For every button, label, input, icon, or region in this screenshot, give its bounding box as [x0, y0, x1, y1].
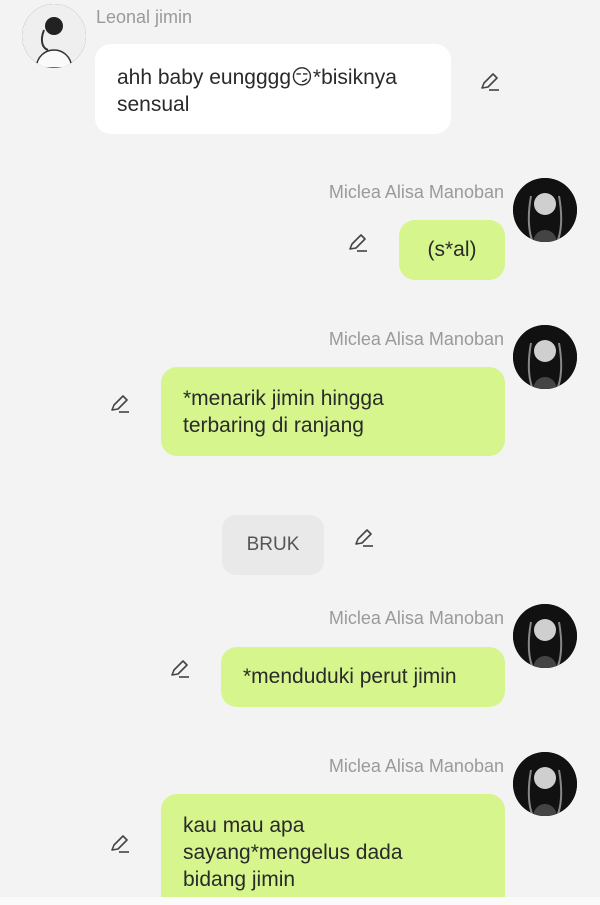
- avatar-lisa[interactable]: [513, 604, 577, 668]
- avatar-lisa[interactable]: [513, 325, 577, 389]
- pencil-edit-icon[interactable]: [108, 392, 132, 416]
- avatar-lisa[interactable]: [513, 178, 577, 242]
- pencil-edit-icon[interactable]: [168, 657, 192, 681]
- message-bubble[interactable]: kau mau apa sayang*mengelus dada bidang …: [161, 794, 505, 897]
- sender-name: Leonal jimin: [96, 7, 193, 27]
- narration-bubble[interactable]: BRUK: [222, 515, 324, 575]
- bottom-edge: [0, 897, 600, 905]
- message-bubble[interactable]: (s*al): [399, 220, 505, 280]
- avatar-lisa[interactable]: [513, 752, 577, 816]
- pencil-edit-icon[interactable]: [352, 526, 376, 550]
- message-bubble[interactable]: *menarik jimin hingga terbaring di ranja…: [161, 367, 505, 456]
- sender-name: Miclea Alisa Manoban: [328, 756, 504, 776]
- sender-name: Miclea Alisa Manoban: [328, 329, 504, 349]
- sender-name: Miclea Alisa Manoban: [328, 608, 504, 628]
- avatar-jimin[interactable]: [22, 4, 86, 68]
- pencil-edit-icon[interactable]: [108, 832, 132, 856]
- pencil-edit-icon[interactable]: [346, 231, 370, 255]
- message-bubble[interactable]: ahh baby eungggg😏*bisiknya sensual: [95, 44, 451, 134]
- sender-name: Miclea Alisa Manoban: [328, 182, 504, 202]
- message-bubble[interactable]: *menduduki perut jimin: [221, 647, 505, 707]
- pencil-edit-icon[interactable]: [478, 70, 502, 94]
